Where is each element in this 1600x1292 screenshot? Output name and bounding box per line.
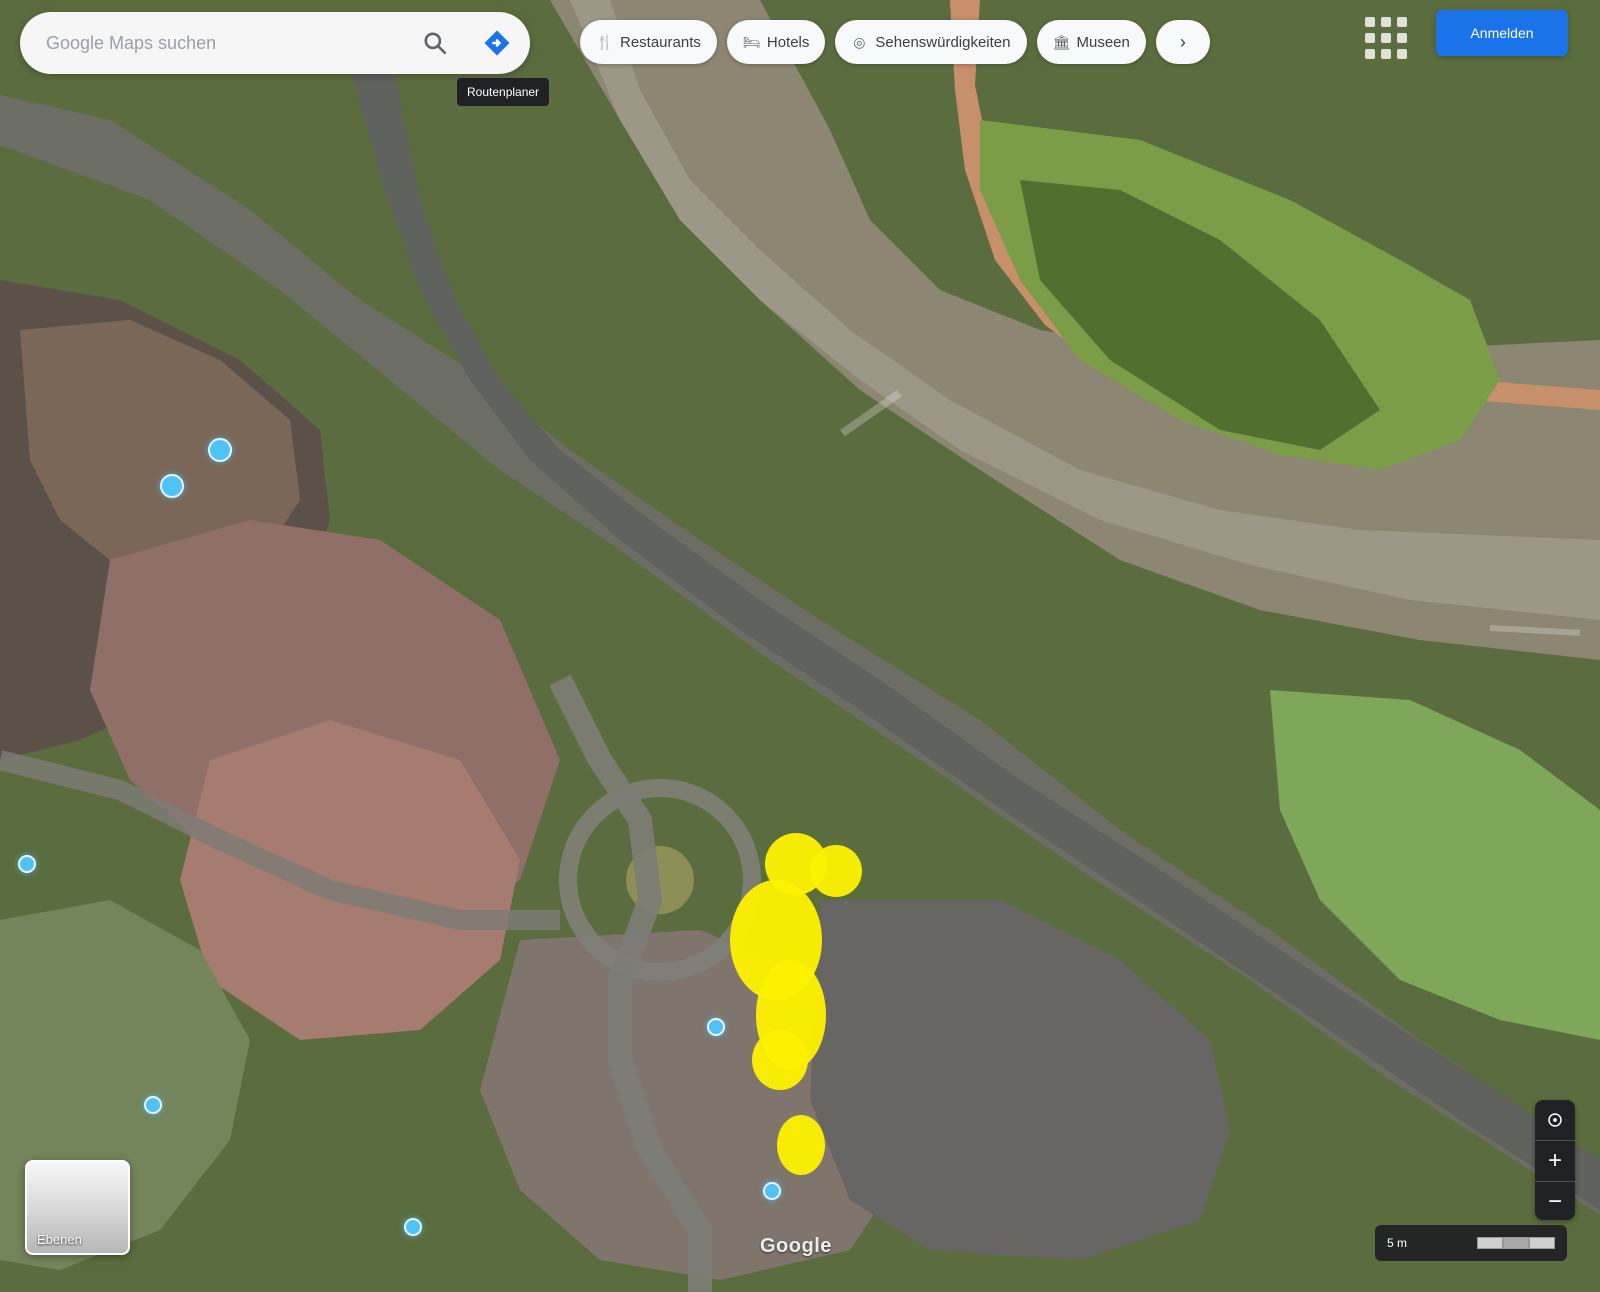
layers-label: Ebenen [37,1232,82,1247]
highlight-blob [752,1030,808,1090]
chevron-right-icon: › [1179,31,1186,52]
search-bar[interactable] [20,12,530,74]
poi-marker[interactable] [763,1182,781,1200]
apps-icon [1397,33,1407,43]
compass-icon [1548,1113,1562,1127]
compass-button[interactable] [1535,1100,1575,1140]
google-logo: Google [760,1235,832,1257]
map-canvas[interactable]: Routenplaner 🍴 Restaurants 🛏 Hotels ◎ Se… [0,0,1600,1292]
chip-attractions[interactable]: ◎ Sehenswürdigkeiten [835,20,1027,64]
scale-segment [1529,1237,1555,1249]
poi-marker[interactable] [707,1018,725,1036]
hotel-icon: 🛏 [742,34,761,50]
zoom-in-button[interactable]: + [1535,1140,1575,1181]
museum-icon: 🏛 [1052,34,1071,50]
chip-museums[interactable]: 🏛 Museen [1036,20,1146,64]
poi-marker[interactable] [18,855,36,873]
footer-scale-label: 5 m [1387,1236,1408,1250]
apps-icon [1381,33,1391,43]
apps-icon [1397,17,1407,27]
highlight-blob [777,1115,825,1175]
search-input[interactable] [44,25,388,61]
map-controls: + − [1535,1100,1575,1220]
directions-icon[interactable] [482,28,512,58]
map-layer [0,0,1600,1292]
restaurant-icon: 🍴 [596,34,614,50]
directions-tooltip: Routenplaner [457,78,550,106]
apps-icon [1381,49,1391,59]
more-chips-button[interactable]: › [1155,20,1210,64]
chip-label: Hotels [766,33,810,51]
apps-icon [1365,33,1375,43]
poi-marker[interactable] [208,438,232,462]
zoom-out-button[interactable]: − [1535,1181,1575,1220]
highlight-blob [810,845,862,897]
category-chips: 🍴 Restaurants 🛏 Hotels ◎ Sehenswürdigkei… [580,20,1210,64]
attraction-icon: ◎ [853,34,866,50]
apps-icon [1397,49,1407,59]
chip-label: Sehenswürdigkeiten [875,33,1011,51]
chip-label: Museen [1076,33,1130,51]
chip-hotels[interactable]: 🛏 Hotels [726,20,826,64]
scale-bar [1477,1237,1555,1249]
poi-marker[interactable] [144,1096,162,1114]
scale-segment [1477,1237,1503,1249]
apps-icon [1365,49,1375,59]
poi-marker[interactable] [160,474,184,498]
search-icon[interactable] [422,30,448,56]
chip-restaurants[interactable]: 🍴 Restaurants [580,20,717,64]
signin-button[interactable]: Anmelden [1436,10,1568,56]
chip-label: Restaurants [620,33,701,51]
apps-icon [1365,17,1375,27]
apps-button[interactable] [1360,12,1412,64]
layers-button[interactable]: Ebenen [25,1160,130,1255]
scale-segment [1503,1237,1529,1249]
map-footer: 5 m [1375,1225,1567,1261]
apps-icon [1381,17,1391,27]
poi-marker[interactable] [404,1218,422,1236]
